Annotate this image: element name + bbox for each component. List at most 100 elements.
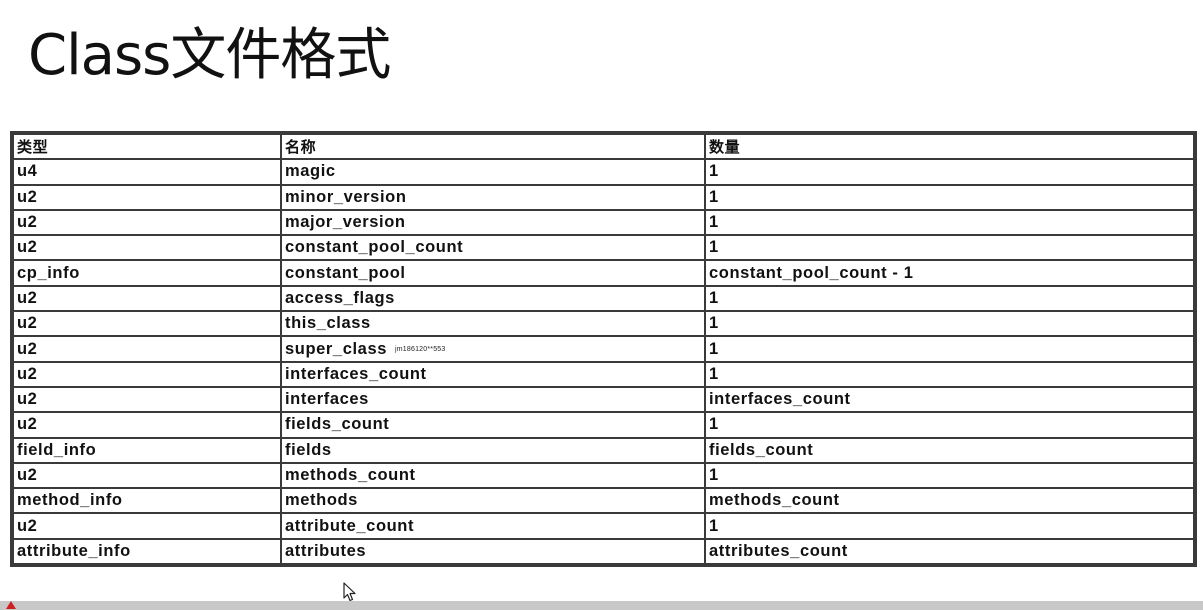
- cell-name-text: attribute_count: [285, 516, 415, 535]
- bottom-bar: [0, 601, 1203, 610]
- table-row: u2 methods_count 1: [12, 461, 1195, 490]
- cell-name: constant_pool_count: [280, 234, 706, 262]
- cell-name-text: constant_pool_count: [285, 238, 464, 257]
- cell-count-text: fields_count: [709, 440, 814, 459]
- cell-type-text: u2: [17, 314, 38, 333]
- cell-name: interfaces: [280, 385, 706, 414]
- cell-name: methods_count: [280, 461, 706, 490]
- cell-name-text: access_flags: [285, 288, 395, 307]
- table-row: u2 major_version 1: [12, 208, 1195, 237]
- header-type: 类型: [12, 132, 282, 161]
- cell-name: this_class: [280, 310, 706, 338]
- cell-count-text: 1: [709, 187, 719, 206]
- watermark-text: jm186120**553: [395, 345, 446, 353]
- cell-type: u2: [12, 385, 282, 414]
- cell-name: interfaces_count: [280, 360, 706, 388]
- cell-name-text: minor_version: [285, 187, 407, 206]
- cell-type-text: u2: [17, 288, 38, 307]
- table-row: u2 fields_count 1: [12, 411, 1195, 439]
- cell-type: u2: [12, 208, 282, 237]
- cell-type-text: u2: [17, 390, 38, 409]
- mouse-pointer-icon: [343, 582, 356, 602]
- table-row: cp_info constant_pool constant_pool_count …: [12, 259, 1195, 287]
- table-row: u2 interfaces_count 1: [12, 360, 1195, 388]
- table-row: method_info methods methods_count: [12, 487, 1195, 515]
- cell-count: fields_count: [704, 436, 1195, 464]
- cell-count: 1: [704, 360, 1195, 388]
- cell-name: methods: [280, 487, 706, 515]
- table-row: u2 access_flags 1: [12, 284, 1195, 313]
- cell-count-text: 1: [709, 339, 719, 358]
- red-triangle-icon: [6, 601, 16, 609]
- cell-type: method_info: [12, 487, 282, 515]
- cell-type-text: cp_info: [17, 263, 80, 282]
- cell-count-text: 1: [709, 364, 719, 383]
- cell-count-text: attributes_count: [709, 541, 848, 560]
- cell-name-text: methods_count: [285, 466, 416, 484]
- cell-name: super_class jm186120**553: [280, 335, 706, 363]
- cell-name-text: methods: [285, 491, 358, 510]
- cell-type: u2: [12, 183, 282, 211]
- table-row: u2 this_class 1: [12, 310, 1195, 338]
- cell-count-text: 1: [709, 213, 719, 232]
- cell-count: 1: [704, 284, 1195, 313]
- cell-type-text: field_info: [17, 440, 97, 459]
- cell-type-text: attribute_info: [17, 541, 131, 560]
- cell-name: access_flags: [280, 284, 706, 313]
- header-count: 数量: [704, 132, 1195, 161]
- cell-type: u4: [12, 158, 282, 186]
- table-row: u2 minor_version 1: [12, 183, 1195, 211]
- cell-name: fields_count: [280, 411, 706, 439]
- cell-name-text: magic: [285, 162, 336, 181]
- cell-name-text: super_class: [285, 339, 387, 358]
- cell-name: magic: [280, 158, 706, 186]
- cell-count-text: 1: [709, 314, 719, 333]
- cell-name-text: constant_pool: [285, 263, 406, 282]
- cell-type-text: u2: [17, 364, 38, 383]
- table-row: field_info fields fields_count: [12, 436, 1195, 464]
- cell-type: u2: [12, 335, 282, 363]
- cell-count-text: 1: [709, 466, 719, 484]
- cell-count-text: 1: [709, 288, 719, 307]
- table-row: u2 super_class jm186120**553 1: [12, 335, 1195, 363]
- cell-count: 1: [704, 335, 1195, 363]
- cell-count: 1: [704, 208, 1195, 237]
- cell-name-text: fields_count: [285, 415, 390, 434]
- cell-count-text: 1: [709, 238, 719, 257]
- cell-name: constant_pool: [280, 259, 706, 287]
- cell-type: u2: [12, 234, 282, 262]
- cell-type: u2: [12, 461, 282, 490]
- cell-count: 1: [704, 461, 1195, 490]
- page-title: Class文件格式: [28, 23, 391, 88]
- table-header-row: 类型 名称 数量: [12, 132, 1195, 161]
- cell-type: u2: [12, 310, 282, 338]
- table-row: u2 constant_pool_count 1: [12, 234, 1195, 262]
- cell-name-text: interfaces_count: [285, 364, 427, 383]
- cell-count: constant_pool_count - 1: [704, 259, 1195, 287]
- cell-name: major_version: [280, 208, 706, 237]
- cell-count: 1: [704, 310, 1195, 338]
- cell-name-text: interfaces: [285, 390, 369, 409]
- table-row: u2 interfaces interfaces_count: [12, 385, 1195, 414]
- table-row: attribute_info attributes attributes_count: [12, 537, 1195, 566]
- cell-type: u2: [12, 284, 282, 313]
- cell-type-text: u2: [17, 213, 38, 232]
- cell-name-text: this_class: [285, 314, 371, 333]
- cell-name-text: major_version: [285, 213, 406, 232]
- cell-name: attributes: [280, 537, 706, 566]
- cell-name-text: attributes: [285, 541, 367, 560]
- cell-count-text: constant_pool_count - 1: [709, 263, 914, 282]
- cell-count: 1: [704, 158, 1195, 186]
- cell-type-text: u2: [17, 466, 38, 484]
- cell-count-text: 1: [709, 516, 719, 535]
- cell-count-text: 1: [709, 415, 719, 434]
- cell-count: attributes_count: [704, 537, 1195, 566]
- cell-type-text: u2: [17, 339, 38, 358]
- cell-type: u2: [12, 512, 282, 540]
- cell-name-text: fields: [285, 440, 332, 459]
- header-name: 名称: [280, 132, 706, 161]
- cell-type: u2: [12, 360, 282, 388]
- cell-name: minor_version: [280, 183, 706, 211]
- cell-count: methods_count: [704, 487, 1195, 515]
- cell-type-text: method_info: [17, 491, 123, 510]
